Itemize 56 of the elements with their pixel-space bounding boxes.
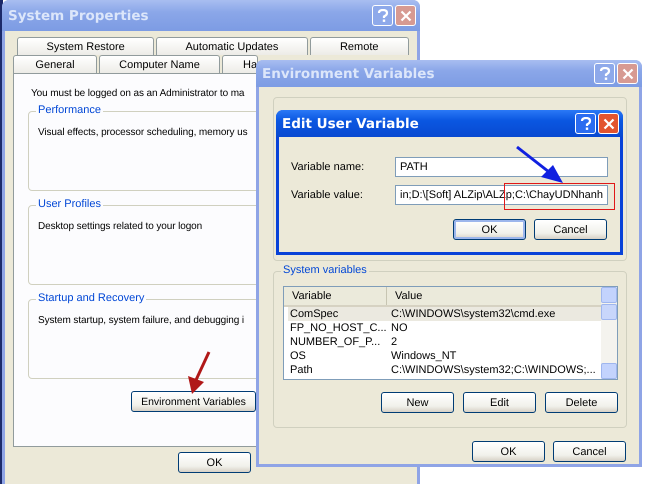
table-cell-text: Path [289, 363, 314, 377]
field-label: Variable value: [291, 189, 364, 201]
dialog-button[interactable]: OK [472, 441, 545, 462]
help-button[interactable] [575, 113, 596, 134]
ok-button[interactable]: OK [178, 452, 251, 473]
tab[interactable]: Remote [310, 37, 409, 55]
group-description: Desktop settings related to your logon [38, 221, 202, 232]
list-row[interactable]: Path C:\WINDOWS\system32;C:\WINDOWS;... [288, 363, 601, 377]
tab[interactable]: System Restore [17, 37, 154, 55]
table-cell-text: C:\WINDOWS\system32\cmd.exe [390, 307, 556, 321]
table-cell-text: NO [390, 321, 408, 335]
close-button[interactable] [598, 113, 619, 134]
list-row[interactable]: NUMBER_OF_P... 2 [288, 335, 601, 349]
close-icon [400, 10, 412, 22]
tab[interactable]: General [13, 55, 97, 73]
group-description: System startup, system failure, and debugging i [38, 315, 244, 326]
window-title: Environment Variables [262, 66, 434, 82]
list-action-button[interactable]: Edit [463, 392, 536, 413]
close-icon [602, 118, 614, 130]
table-cell-text: ComSpec [289, 307, 340, 321]
list-row[interactable]: ComSpec C:\WINDOWS\system32\cmd.exe [288, 307, 601, 321]
column-header[interactable]: Value [387, 287, 601, 305]
tab[interactable]: Ha [222, 55, 258, 73]
notice-text: You must be logged on as an Administrator to ma [31, 88, 246, 99]
annotation-arrow [515, 145, 565, 185]
table-cell-text: C:\WINDOWS\system32;C:\WINDOWS;... [390, 363, 597, 377]
input-field[interactable]: PATH [395, 157, 608, 177]
tab[interactable]: Automatic Updates [156, 37, 308, 55]
list-row[interactable]: OS Windows_NT [288, 349, 601, 363]
dialog-title: Edit User Variable [282, 116, 419, 132]
group-title: Performance [36, 104, 103, 116]
dialog-button[interactable]: Cancel [534, 219, 607, 240]
table-cell-text: OS [289, 349, 307, 363]
column-header[interactable]: Variable [284, 287, 387, 305]
group-title: System variables [281, 264, 369, 276]
dialog-button[interactable]: OK [453, 219, 526, 240]
table-cell-text: 2 [390, 335, 398, 349]
table-cell-text: FP_NO_HOST_C... [289, 321, 387, 335]
help-icon [598, 66, 610, 80]
help-icon [376, 8, 388, 22]
list-action-button[interactable]: New [381, 392, 454, 413]
close-icon [622, 68, 634, 80]
group-title: Startup and Recovery [36, 292, 146, 304]
window-title: System Properties [8, 8, 149, 24]
scrollbar[interactable] [601, 287, 617, 379]
table-cell-text: NUMBER_OF_P... [289, 335, 382, 349]
environment-variables-button[interactable]: Environment Variables [131, 391, 256, 412]
dialog-button[interactable]: Cancel [553, 441, 626, 462]
table-cell-text: Windows_NT [390, 349, 458, 363]
tab[interactable]: Computer Name [99, 55, 220, 73]
group-title: User Profiles [36, 198, 103, 210]
group-description: Visual effects, processor scheduling, memory us [38, 127, 248, 138]
list-row[interactable]: FP_NO_HOST_C... NO [288, 321, 601, 335]
list-action-button[interactable]: Delete [545, 392, 618, 413]
help-icon [580, 116, 592, 130]
field-label: Variable name: [291, 161, 366, 173]
